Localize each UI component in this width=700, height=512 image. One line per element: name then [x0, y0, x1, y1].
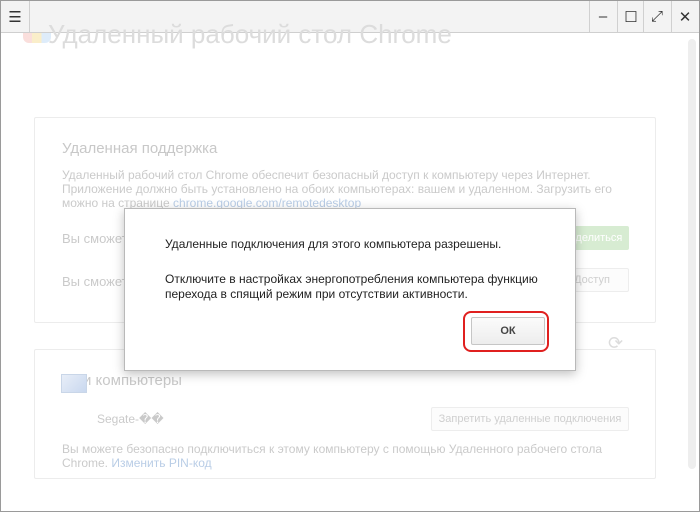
- change-pin-link[interactable]: Изменить PIN-код: [111, 456, 211, 470]
- title-bar-separator: [29, 1, 30, 32]
- maximize-button[interactable]: ☐: [617, 1, 645, 32]
- dialog-message: Удаленные подключения для этого компьюте…: [165, 237, 502, 251]
- computer-name[interactable]: Segate-��: [97, 412, 164, 426]
- minimize-button[interactable]: –: [589, 1, 617, 32]
- chrome-logo-icon: [23, 33, 51, 43]
- remote-support-title: Удаленная поддержка: [62, 140, 218, 157]
- remote-support-description: Приложение должно быть установлено на об…: [62, 182, 612, 196]
- disable-connections-button[interactable]: Запретить удаленные подключения: [431, 407, 629, 431]
- ok-button[interactable]: ОК: [471, 317, 545, 345]
- refresh-icon[interactable]: ⟳: [608, 333, 623, 354]
- remote-support-description: Удаленный рабочий стол Chrome обеспечит …: [62, 168, 591, 182]
- app-title: Удаленный рабочий стол Chrome: [48, 19, 452, 49]
- restore-icon[interactable]: ⤢: [643, 1, 671, 32]
- scrollbar-thumb[interactable]: [688, 39, 696, 469]
- dialog-message: Отключите в настройках энергопотребления…: [165, 272, 538, 286]
- computer-icon: [61, 374, 87, 393]
- close-button[interactable]: ✕: [671, 1, 699, 32]
- confirmation-dialog: Удаленные подключения для этого компьюте…: [124, 208, 576, 371]
- my-computers-note: Chrome. Изменить PIN-код: [62, 456, 212, 470]
- my-computers-note: Вы можете безопасно подключиться к этому…: [62, 442, 602, 456]
- menu-icon[interactable]: ☰: [1, 1, 29, 32]
- dialog-message: перехода в спящий режим при отсутствии а…: [165, 287, 468, 301]
- note-text: Chrome.: [62, 456, 109, 470]
